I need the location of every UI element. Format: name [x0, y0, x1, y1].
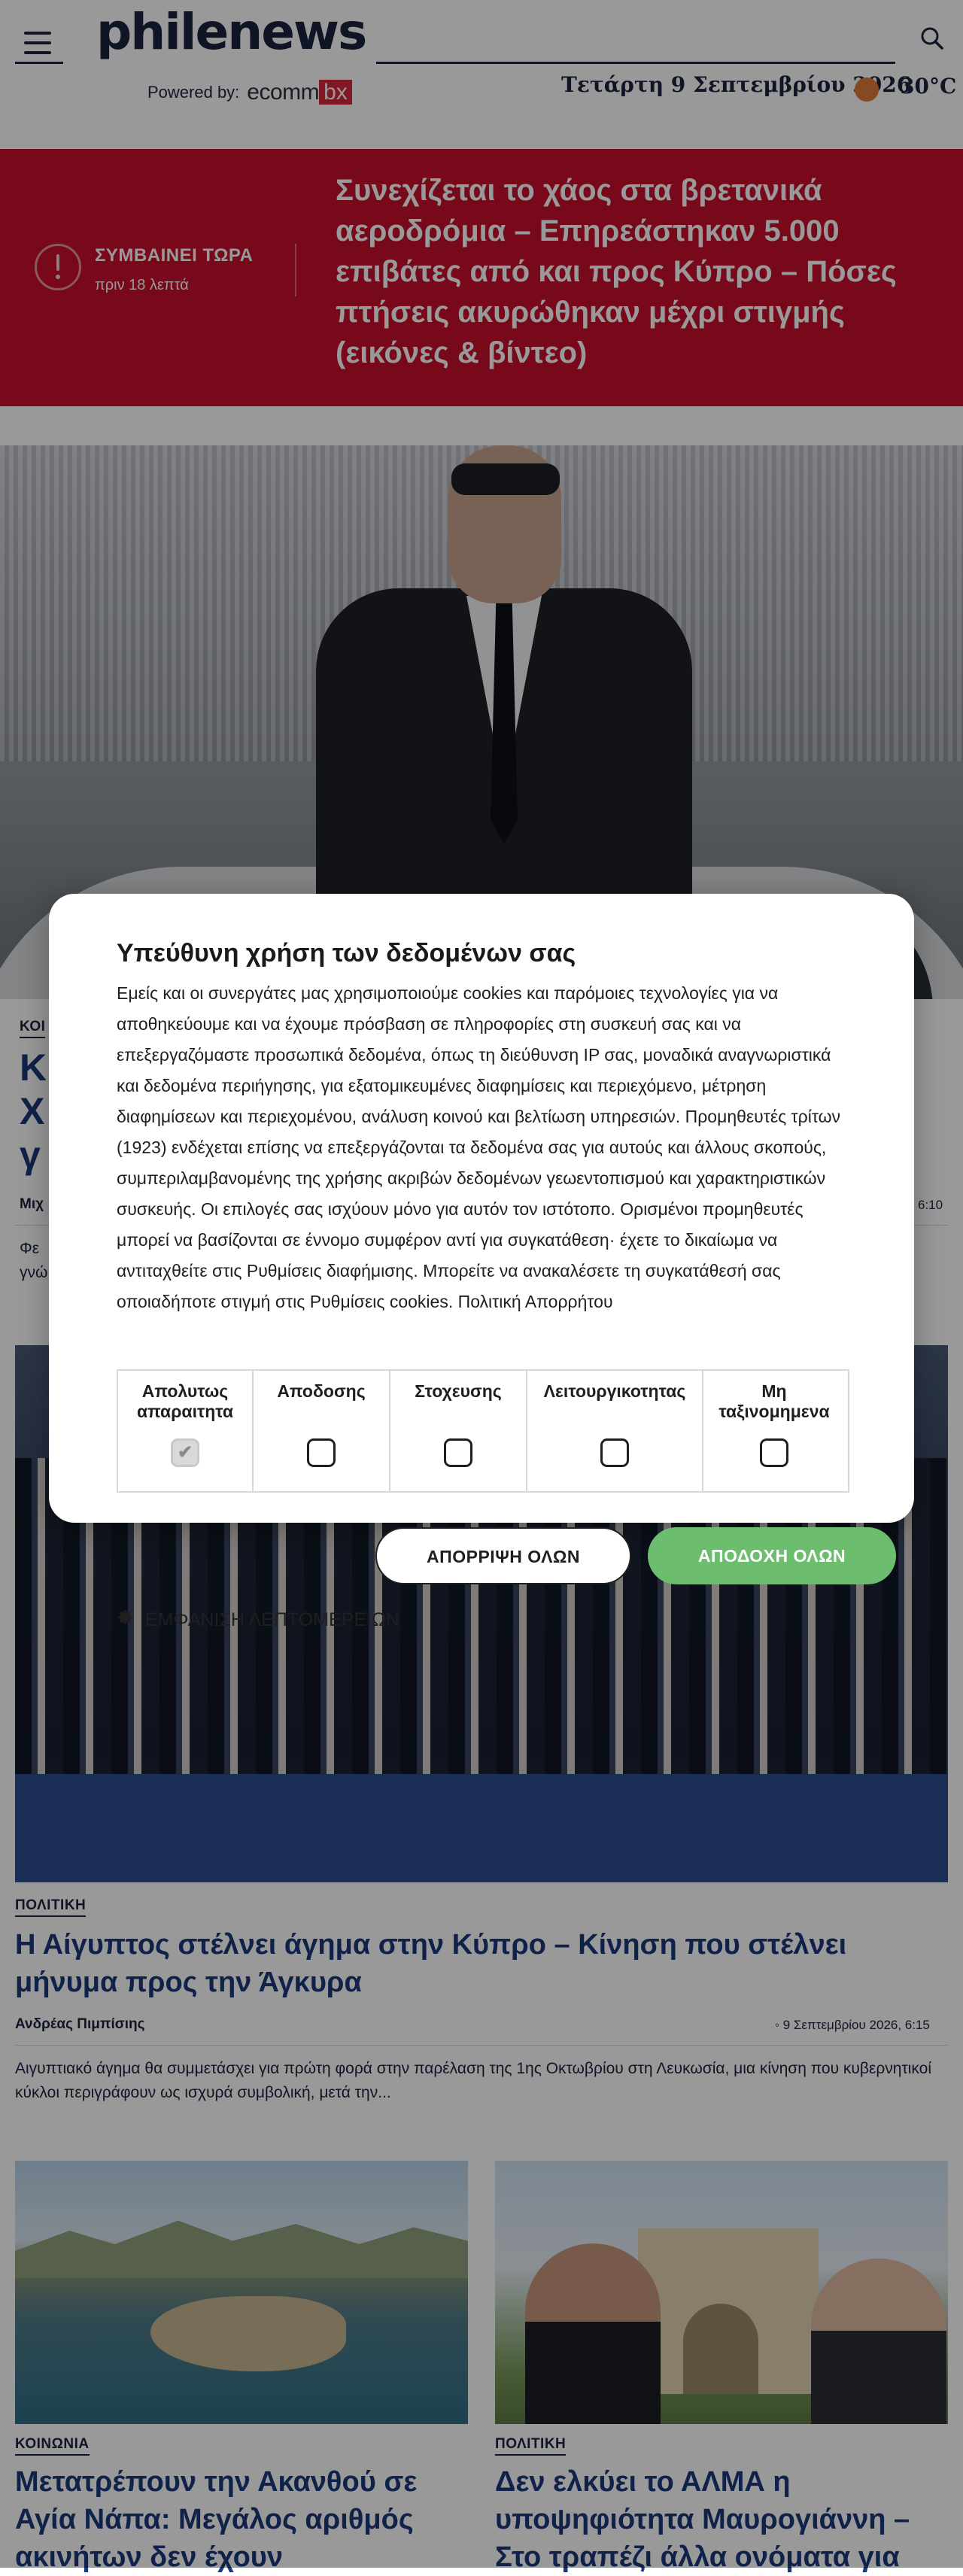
reject-all-button[interactable]: ΑΠΟΡΡΙΨΗ ΟΛΩΝ	[375, 1527, 631, 1584]
cookie-category-functionality: Λειτουργικοτητας	[527, 1371, 703, 1491]
cookie-consent-dialog: Υπεύθυνη χρήση των δεδομένων σας Εμείς κ…	[49, 894, 914, 1630]
cookie-category-performance: Αποδοσης	[254, 1371, 390, 1491]
necessary-checkbox[interactable]	[171, 1438, 199, 1467]
unclassified-checkbox[interactable]	[760, 1438, 788, 1467]
show-details-label: ΕΜΦΑΝΙΣΗ ΛΕΠΤΟΜΕΡΕΙΩΝ	[145, 1609, 399, 1630]
cookie-category-targeting: Στοχευσης	[390, 1371, 527, 1491]
show-details-link[interactable]: ΕΜΦΑΝΙΣΗ ΛΕΠΤΟΜΕΡΕΙΩΝ	[117, 1608, 399, 1632]
accept-all-button[interactable]: ΑΠΟΔΟΧΗ ΟΛΩΝ	[648, 1527, 896, 1584]
gear-icon	[117, 1608, 135, 1632]
targeting-checkbox[interactable]	[444, 1438, 472, 1467]
cookie-dialog-title: Υπεύθυνη χρήση των δεδομένων σας	[117, 939, 576, 968]
cookie-category-label: Αποδοσης	[277, 1381, 366, 1401]
cookie-category-label: Λειτουργικοτητας	[543, 1381, 686, 1401]
cookie-category-label: Απολυτως απαραιτητα	[136, 1381, 234, 1421]
functionality-checkbox[interactable]	[600, 1438, 629, 1467]
cookie-category-table: Απολυτως απαραιτητα Αποδοσης Στοχευσης Λ…	[117, 1369, 849, 1493]
cookie-category-necessary: Απολυτως απαραιτητα	[118, 1371, 254, 1491]
cookie-category-label: Στοχευσης	[415, 1381, 502, 1401]
cookie-category-unclassified: Μη ταξινομημενα	[703, 1371, 845, 1491]
cookie-category-label: Μη ταξινομημενα	[718, 1381, 830, 1421]
cookie-dialog-body: Εμείς και οι συνεργάτες μας χρησιμοποιού…	[117, 983, 841, 1311]
performance-checkbox[interactable]	[307, 1438, 336, 1467]
